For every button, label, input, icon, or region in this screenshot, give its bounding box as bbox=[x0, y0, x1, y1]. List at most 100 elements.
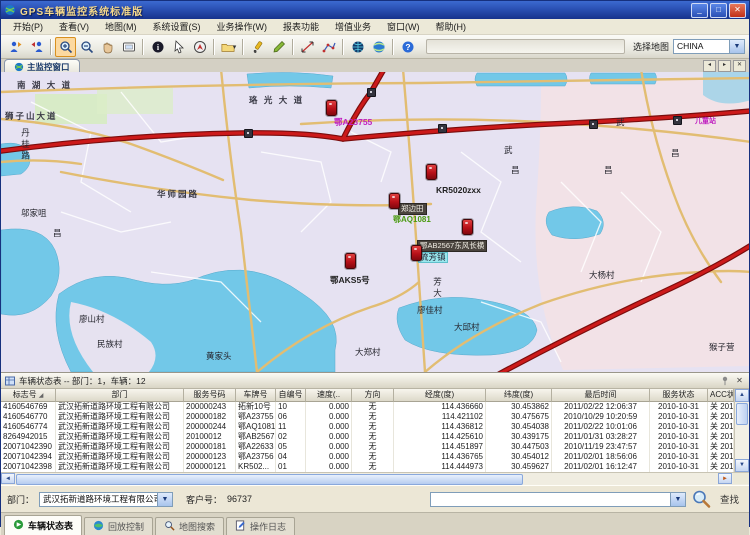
locate-vehicle-button[interactable] bbox=[26, 37, 47, 57]
map-canvas[interactable]: 南 湖 大 道狮子山大道丹桂路珞 光 大 道邬家咀昌华师园路武昌武昌昌儿童站流芳… bbox=[1, 72, 749, 372]
bottom-tab-playback[interactable]: 回放控制 bbox=[84, 517, 153, 535]
search-icon[interactable] bbox=[691, 489, 711, 509]
close-button[interactable]: ✕ bbox=[729, 3, 746, 18]
tab-close-icon[interactable]: ✕ bbox=[733, 60, 746, 72]
layers-button[interactable]: ▾ bbox=[218, 37, 239, 57]
draw-pen-button[interactable] bbox=[268, 37, 289, 57]
menu-item[interactable]: 报表功能 bbox=[275, 20, 327, 33]
toolbar-separator bbox=[342, 39, 344, 55]
chevron-down-icon[interactable]: ▼ bbox=[157, 493, 172, 506]
table-row[interactable]: 8264942015武汉拓新道路环境工程有限公司20100012鄂AB25670… bbox=[1, 432, 734, 442]
chevron-down-icon[interactable]: ▼ bbox=[729, 40, 744, 53]
table-cell: KR502... bbox=[236, 462, 276, 472]
zoom-out-button[interactable] bbox=[76, 37, 97, 57]
scroll-right-icon[interactable]: ► bbox=[718, 473, 732, 484]
vehicle-marker-icon[interactable] bbox=[326, 100, 337, 116]
table-row[interactable]: 4160546769武汉拓新道路环境工程有限公司200000243拓新10号10… bbox=[1, 402, 734, 412]
menu-item[interactable]: 开始(P) bbox=[5, 20, 51, 33]
pin-icon[interactable] bbox=[719, 375, 730, 386]
pan-button[interactable] bbox=[97, 37, 118, 57]
bottom-tab-op-log[interactable]: 操作日志 bbox=[226, 517, 295, 535]
column-header[interactable]: 经度(度) bbox=[394, 389, 486, 402]
menu-item[interactable]: 地图(M) bbox=[97, 20, 145, 33]
dept-value: 武汉拓新道路环境工程有限公司 bbox=[40, 493, 157, 506]
vehicle-marker-icon[interactable] bbox=[411, 245, 422, 261]
menu-item[interactable]: 系统设置(S) bbox=[145, 20, 209, 33]
column-header[interactable]: 最后时间 bbox=[552, 389, 650, 402]
menu-item[interactable]: 帮助(H) bbox=[428, 20, 475, 33]
overview-box-button[interactable] bbox=[118, 37, 139, 57]
column-header[interactable]: ACC状态 bbox=[708, 389, 734, 402]
table-cell: 0.000 bbox=[306, 402, 352, 412]
table-row[interactable]: 4160546770武汉拓新道路环境工程有限公司200000182鄂A23755… bbox=[1, 412, 734, 422]
globe-dark-button[interactable] bbox=[347, 37, 368, 57]
map-select-combobox[interactable]: CHINA ▼ bbox=[673, 39, 745, 54]
info-button[interactable]: i bbox=[147, 37, 168, 57]
table-cell: 2010-10-31 bbox=[650, 432, 708, 442]
pointer-button[interactable] bbox=[168, 37, 189, 57]
table-cell: 0.000 bbox=[306, 462, 352, 472]
horizontal-scrollbar[interactable]: ◄ ► bbox=[1, 472, 749, 485]
table-cell: 无 bbox=[352, 442, 394, 452]
vehicle-marker-icon[interactable] bbox=[389, 193, 400, 209]
compass-button[interactable] bbox=[189, 37, 210, 57]
tab-scroll-right-icon[interactable]: ▸ bbox=[718, 60, 731, 72]
scroll-left-icon[interactable]: ◄ bbox=[1, 473, 15, 484]
fit-vehicle-button[interactable] bbox=[5, 37, 26, 57]
table-cell: 200000181 bbox=[184, 442, 236, 452]
vehicle-marker-icon[interactable] bbox=[345, 253, 356, 269]
menu-item[interactable]: 查看(V) bbox=[51, 20, 97, 33]
tab-scroll-left-icon[interactable]: ◂ bbox=[703, 60, 716, 72]
column-header[interactable]: 纬度(度) bbox=[486, 389, 552, 402]
table-cell: 无 bbox=[352, 412, 394, 422]
dept-combobox[interactable]: 武汉拓新道路环境工程有限公司 ▼ bbox=[39, 492, 173, 507]
column-header[interactable]: 车牌号 bbox=[236, 389, 276, 402]
chevron-down-icon[interactable]: ▼ bbox=[670, 493, 685, 506]
tab-main-monitor[interactable]: 主监控窗口 bbox=[4, 59, 80, 73]
column-header[interactable]: 方向 bbox=[352, 389, 394, 402]
maximize-button[interactable]: □ bbox=[710, 3, 727, 18]
table-cell: 2011/02/22 12:06:37 bbox=[552, 402, 650, 412]
hscroll-thumb[interactable] bbox=[16, 474, 523, 485]
scroll-up-icon[interactable]: ▲ bbox=[735, 389, 749, 402]
map-street-label: 珞 光 大 道 bbox=[249, 96, 304, 105]
table-row[interactable]: 4160546774武汉拓新道路环境工程有限公司200000244鄂AQ1081… bbox=[1, 422, 734, 432]
column-header[interactable]: 部门 bbox=[56, 389, 184, 402]
minimize-button[interactable]: _ bbox=[691, 3, 708, 18]
vehicle-label: 鄂AQ1081 bbox=[393, 216, 431, 224]
scroll-down-icon[interactable]: ▼ bbox=[735, 459, 749, 472]
vehicle-table[interactable]: 标志号◢部门服务号码车牌号自编号速度(..方向经度(度)纬度(度)最后时间服务状… bbox=[1, 389, 749, 472]
globe-blue-button[interactable] bbox=[368, 37, 389, 57]
column-header[interactable]: 服务号码 bbox=[184, 389, 236, 402]
table-row[interactable]: 20071042390武汉拓新道路环境工程有限公司200000181鄂A2263… bbox=[1, 442, 734, 452]
table-cell: 2010/10/29 10:20:59 bbox=[552, 412, 650, 422]
search-combobox[interactable]: ▼ bbox=[430, 492, 686, 507]
chevron-down-icon[interactable]: ▾ bbox=[233, 43, 237, 51]
vehicle-marker-icon[interactable] bbox=[426, 164, 437, 180]
table-row[interactable]: 20071042398武汉拓新道路环境工程有限公司200000121KR502.… bbox=[1, 462, 734, 472]
help-icon: ? bbox=[401, 40, 415, 54]
table-cell: 2010-10-31 bbox=[650, 422, 708, 432]
menu-item[interactable]: 增值业务 bbox=[327, 20, 379, 33]
bottom-tab-map-search[interactable]: 地图搜索 bbox=[155, 517, 224, 535]
column-header[interactable]: 自编号 bbox=[276, 389, 306, 402]
panel-close-icon[interactable]: ✕ bbox=[734, 375, 745, 386]
vscroll-thumb[interactable] bbox=[736, 403, 748, 425]
table-cell: 01 bbox=[276, 462, 306, 472]
bottom-tab-vehicle-status[interactable]: 车辆状态表 bbox=[4, 515, 82, 535]
table-cell: 无 bbox=[352, 462, 394, 472]
vehicle-marker-icon[interactable] bbox=[462, 219, 473, 235]
measure-button[interactable] bbox=[297, 37, 318, 57]
distance-button[interactable] bbox=[318, 37, 339, 57]
find-button[interactable]: 查找 bbox=[720, 492, 739, 506]
menu-item[interactable]: 业务操作(W) bbox=[209, 20, 276, 33]
column-header[interactable]: 速度(.. bbox=[306, 389, 352, 402]
vertical-scrollbar[interactable]: ▲ ▼ bbox=[734, 389, 749, 472]
menu-item[interactable]: 窗口(W) bbox=[379, 20, 428, 33]
table-row[interactable]: 20071042394武汉拓新道路环境工程有限公司200000123鄂A2375… bbox=[1, 452, 734, 462]
draw-brush-button[interactable] bbox=[247, 37, 268, 57]
zoom-in-button[interactable] bbox=[55, 37, 76, 57]
column-header[interactable]: 服务状态 bbox=[650, 389, 708, 402]
column-header[interactable]: 标志号◢ bbox=[1, 389, 56, 402]
help-button[interactable]: ? bbox=[397, 37, 418, 57]
